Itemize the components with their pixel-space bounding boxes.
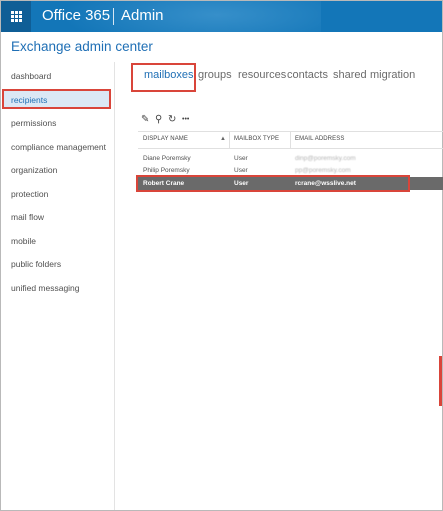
cell-display-name: Diane Poremsky	[143, 155, 191, 162]
column-divider	[290, 132, 291, 148]
tab-contacts[interactable]: contacts	[287, 69, 328, 81]
app-launcher-icon	[11, 11, 22, 22]
scrollbar-marker[interactable]	[439, 356, 442, 406]
top-bar-separator	[113, 8, 114, 25]
refresh-icon[interactable]: ↻	[168, 114, 176, 125]
app-title[interactable]: Admin	[121, 7, 164, 24]
column-header-mailbox-type[interactable]: MAILBOX TYPE	[234, 136, 279, 142]
column-header-email-address[interactable]: EMAIL ADDRESS	[295, 136, 344, 142]
column-divider	[229, 132, 230, 148]
cell-email-address: dinp@poremsky.com	[295, 155, 356, 162]
sort-ascending-icon[interactable]: ▲	[220, 136, 226, 142]
nav-item-public-folders[interactable]: public folders	[11, 259, 61, 269]
tab-migration[interactable]: migration	[370, 69, 415, 81]
page-title: Exchange admin center	[11, 39, 153, 54]
nav-item-permissions[interactable]: permissions	[11, 118, 56, 128]
tab-resources[interactable]: resources	[238, 69, 286, 81]
nav-item-protection[interactable]: protection	[11, 189, 48, 199]
nav-item-compliance-management[interactable]: compliance management	[11, 142, 106, 152]
cell-mailbox-type: User	[234, 167, 248, 174]
app-launcher-button[interactable]	[1, 1, 31, 32]
column-header-display-name[interactable]: DISPLAY NAME	[143, 136, 188, 142]
nav-item-unified-messaging[interactable]: unified messaging	[11, 283, 80, 293]
cell-email-address: pp@poremsky.com	[295, 167, 351, 174]
recipients-highlight-box	[2, 89, 111, 109]
nav-item-mail-flow[interactable]: mail flow	[11, 212, 44, 222]
tab-groups[interactable]: groups	[198, 69, 232, 81]
mailboxes-highlight-box	[131, 63, 196, 92]
cell-mailbox-type: User	[234, 155, 248, 162]
table-header-bottom-border	[138, 148, 443, 149]
brand-title[interactable]: Office 365	[42, 7, 110, 24]
nav-item-organization[interactable]: organization	[11, 165, 57, 175]
selected-row-highlight-box	[136, 175, 410, 192]
more-icon[interactable]: •••	[182, 116, 189, 123]
edit-icon[interactable]: ✎	[141, 114, 149, 125]
tab-shared[interactable]: shared	[333, 69, 367, 81]
cell-display-name: Philip Poremsky	[143, 167, 190, 174]
nav-item-mobile[interactable]: mobile	[11, 236, 36, 246]
search-icon[interactable]: ⚲	[155, 114, 162, 125]
top-bar: Office 365 Admin	[1, 1, 442, 32]
nav-item-dashboard[interactable]: dashboard	[11, 71, 51, 81]
